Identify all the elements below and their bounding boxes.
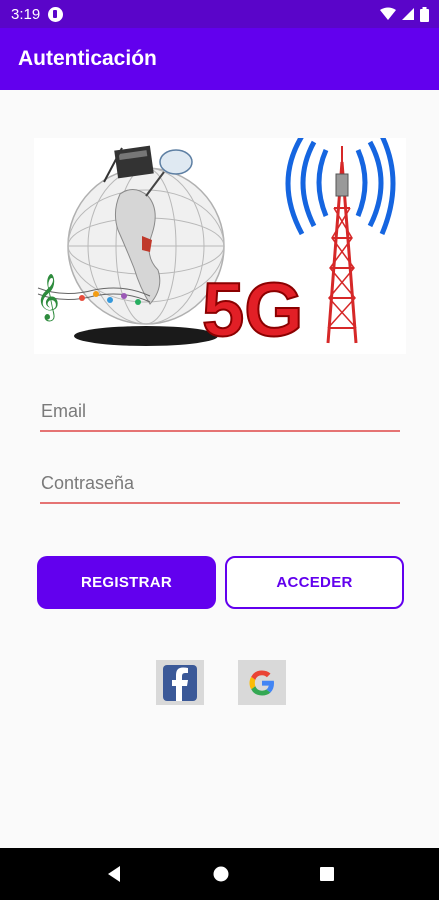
email-field[interactable]: [40, 398, 400, 432]
status-icons: [380, 6, 429, 22]
back-icon[interactable]: [105, 865, 123, 883]
register-button[interactable]: REGISTRAR: [37, 556, 216, 609]
signal-icon: [402, 8, 414, 20]
status-bar: 3:19: [0, 0, 439, 28]
svg-text:𝄞: 𝄞: [36, 274, 60, 322]
google-login-button[interactable]: [238, 660, 286, 705]
home-icon[interactable]: [212, 865, 230, 883]
system-nav-bar: [0, 848, 439, 900]
banner-image: 𝄞 5G: [34, 138, 406, 354]
password-field[interactable]: [40, 470, 400, 504]
svg-text:5G: 5G: [202, 268, 303, 353]
battery-icon: [420, 6, 429, 22]
app-bar: Autenticación: [0, 28, 439, 90]
login-button[interactable]: ACCEDER: [225, 556, 404, 609]
recents-icon[interactable]: [319, 866, 335, 882]
status-time: 3:19: [11, 5, 41, 23]
wifi-icon: [380, 7, 396, 20]
app-title: Autenticación: [18, 47, 157, 70]
facebook-icon: [163, 664, 197, 701]
facebook-login-button[interactable]: [156, 660, 204, 705]
app-notification-icon: [48, 6, 64, 22]
google-icon: [249, 670, 274, 695]
